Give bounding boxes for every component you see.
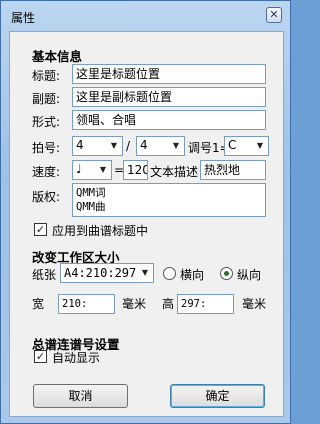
- title-label: 标题:: [32, 69, 61, 83]
- cancel-button[interactable]: 取消: [33, 384, 128, 408]
- beat-label: 拍号:: [32, 141, 61, 155]
- key-select[interactable]: C ▼: [224, 136, 269, 156]
- beat-numerator-select[interactable]: 4 ▼: [72, 136, 123, 156]
- paper-size-value: A4:210:297: [64, 266, 137, 280]
- copyright-line-1: QMM词: [76, 187, 106, 199]
- width-unit: 毫米: [122, 297, 147, 311]
- tempo-label: 速度:: [32, 165, 61, 179]
- subtitle-input[interactable]: 这里是副标题位置: [72, 87, 266, 107]
- checkmark-icon: ✓: [35, 223, 46, 236]
- auto-display-label: 自动显示: [52, 351, 101, 365]
- orientation-portrait-radio[interactable]: [220, 267, 233, 280]
- form-input[interactable]: 领唱、合唱: [72, 110, 266, 130]
- basic-info-heading: 基本信息: [32, 49, 83, 64]
- tempo-text-label: 文本描述: [150, 165, 199, 179]
- width-label: 宽: [32, 297, 45, 311]
- beat-numerator-value: 4: [76, 138, 84, 152]
- height-label: 高: [162, 297, 175, 311]
- apply-title-checkbox[interactable]: ✓: [34, 223, 47, 236]
- ok-button[interactable]: 确定: [170, 384, 265, 408]
- copyright-line-2: QMM曲: [76, 201, 106, 213]
- height-input[interactable]: 297:: [177, 294, 234, 314]
- title-input[interactable]: 这里是标题位置: [72, 64, 266, 84]
- tempo-note-select[interactable]: ♩ ▼: [72, 160, 112, 180]
- auto-display-checkbox[interactable]: ✓: [34, 350, 47, 363]
- tempo-input[interactable]: 120: [123, 160, 148, 180]
- tempo-text-input[interactable]: 热烈地: [200, 160, 266, 180]
- beat-slash: /: [126, 139, 131, 153]
- chevron-down-icon: ▼: [141, 268, 149, 277]
- form-label: 形式:: [32, 115, 61, 129]
- checkmark-icon: ✓: [35, 350, 46, 363]
- close-button[interactable]: ✕: [266, 7, 282, 23]
- height-unit: 毫米: [242, 297, 267, 311]
- chevron-down-icon: ▼: [99, 165, 107, 174]
- close-icon: ✕: [269, 8, 279, 21]
- window-title: 属性: [11, 11, 36, 25]
- properties-dialog: 属性 ✕ 基本信息 标题: 这里是标题位置 副题: 这里是副标题位置 形式: 领…: [0, 0, 291, 424]
- key-value: C: [228, 138, 237, 152]
- dialog-body: 基本信息 标题: 这里是标题位置 副题: 这里是副标题位置 形式: 领唱、合唱 …: [9, 31, 284, 417]
- subtitle-label: 副题:: [32, 92, 61, 106]
- title-bar[interactable]: 属性 ✕: [1, 1, 290, 31]
- paper-label: 纸张: [32, 268, 57, 282]
- beat-denominator-value: 4: [140, 138, 148, 152]
- apply-title-label: 应用到曲谱标题中: [52, 224, 149, 238]
- copyright-textarea[interactable]: QMM词 QMM曲: [72, 183, 266, 217]
- copyright-label: 版权:: [32, 190, 61, 204]
- orientation-landscape-label: 横向: [180, 268, 205, 282]
- beat-denominator-select[interactable]: 4 ▼: [136, 136, 185, 156]
- width-input[interactable]: 210:: [58, 294, 115, 314]
- paper-size-select[interactable]: A4:210:297 ▼: [60, 263, 154, 283]
- chevron-down-icon: ▼: [110, 141, 118, 150]
- orientation-portrait-label: 纵向: [237, 268, 262, 282]
- quarter-note-icon: ♩: [76, 162, 82, 176]
- chevron-down-icon: ▼: [172, 141, 180, 150]
- orientation-landscape-radio[interactable]: [163, 267, 176, 280]
- chevron-down-icon: ▼: [256, 141, 264, 150]
